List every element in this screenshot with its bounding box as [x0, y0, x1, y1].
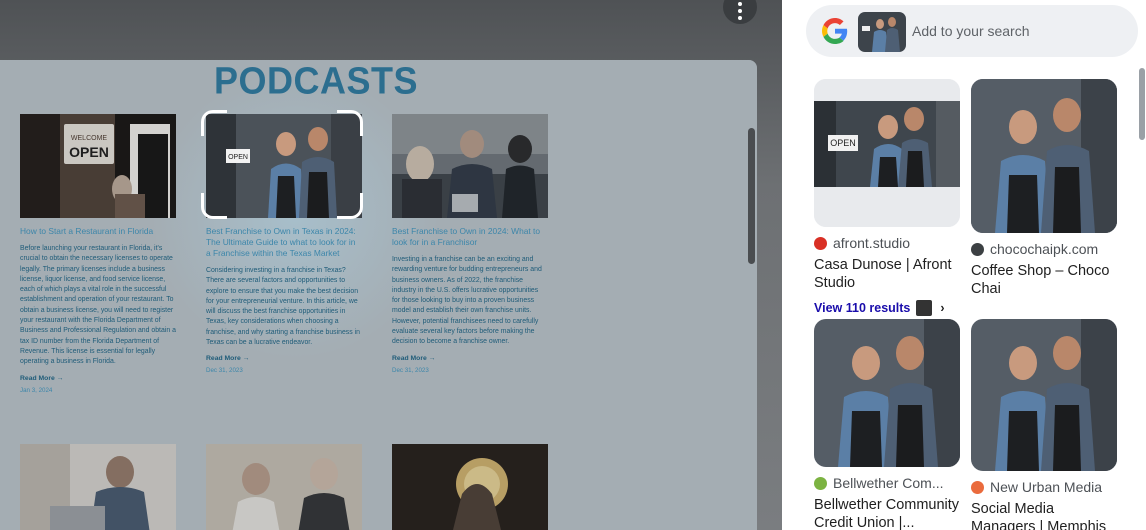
chevron-right-icon: ›: [940, 301, 945, 315]
svg-text:OPEN: OPEN: [830, 138, 856, 148]
podcast-card[interactable]: Best Franchise to Own in 2024: What to l…: [392, 114, 548, 374]
screen: PODCASTS WELCOME OPEN How to Start a Res…: [0, 0, 1146, 530]
results-scrollbar[interactable]: [1139, 68, 1145, 140]
image-viewer: PODCASTS WELCOME OPEN How to Start a Res…: [0, 0, 782, 530]
view-more-results-link[interactable]: View 110 results ›: [814, 300, 960, 316]
view-more-label: View 110 results: [814, 301, 911, 315]
result-source-label: afront.studio: [833, 235, 911, 251]
card-title[interactable]: Best Franchise to Own in Texas in 2024: …: [206, 226, 362, 259]
svg-text:OPEN: OPEN: [228, 154, 248, 161]
result-source[interactable]: Bellwether Com...: [814, 475, 960, 491]
card-excerpt: Investing in a franchise can be an excit…: [392, 256, 542, 346]
results-stack-icon: [916, 300, 933, 316]
search-image-thumbnail[interactable]: [858, 12, 906, 52]
result-title[interactable]: Coffee Shop – Choco Chai: [971, 262, 1117, 298]
read-more-link[interactable]: Read More →: [206, 355, 362, 362]
podcast-card[interactable]: WELCOME OPEN How to Start a Restaurant i…: [20, 114, 176, 394]
site-favicon-icon: [971, 242, 984, 256]
card-date: Jan 3, 2024: [20, 386, 53, 394]
result-card[interactable]: OPEN afront.studio Casa Dunose | Afront …: [814, 79, 960, 316]
result-source-label: New Urban Media: [990, 479, 1103, 495]
site-favicon-icon: [814, 236, 827, 250]
result-source[interactable]: chocochaipk.com: [971, 241, 1117, 257]
search-bar[interactable]: Add to your search: [806, 5, 1138, 57]
selection-corner-handle[interactable]: [337, 110, 363, 136]
page-scrollbar[interactable]: [748, 128, 755, 264]
selection-corner-handle[interactable]: [337, 193, 363, 219]
result-title[interactable]: Casa Dunose | Afront Studio: [814, 256, 960, 292]
page-title: PODCASTS: [214, 60, 419, 102]
result-title[interactable]: Social Media Managers | Memphis: [971, 500, 1117, 530]
result-card[interactable]: New Urban Media Social Media Managers | …: [971, 319, 1117, 530]
result-card[interactable]: Bellwether Com... Bellwether Community C…: [814, 319, 960, 530]
card-image[interactable]: [206, 444, 362, 530]
screenshot-page[interactable]: PODCASTS WELCOME OPEN How to Start a Res…: [0, 60, 757, 530]
read-more-link[interactable]: Read More →: [392, 355, 548, 362]
site-favicon-icon: [971, 480, 984, 494]
svg-text:OPEN: OPEN: [69, 144, 109, 160]
selection-corner-handle[interactable]: [201, 110, 227, 136]
podcast-card[interactable]: OPEN Best Franchise to Own in Texas in 2…: [206, 114, 362, 374]
result-source[interactable]: afront.studio: [814, 235, 960, 251]
result-image[interactable]: OPEN: [814, 79, 960, 227]
card-title[interactable]: How to Start a Restaurant in Florida: [20, 226, 176, 237]
card-image[interactable]: [392, 444, 548, 530]
lens-results-panel: Add to your search OPEN afront.studio Ca…: [782, 0, 1146, 530]
card-excerpt: Before launching your restaurant in Flor…: [20, 245, 176, 366]
selection-corner-handle[interactable]: [201, 193, 227, 219]
result-image[interactable]: [814, 319, 960, 467]
result-title[interactable]: Bellwether Community Credit Union |...: [814, 496, 960, 530]
search-placeholder[interactable]: Add to your search: [912, 23, 1030, 39]
card-date: Dec 31, 2023: [392, 366, 429, 374]
result-card[interactable]: chocochaipk.com Coffee Shop – Choco Chai: [971, 79, 1117, 298]
card-image: [392, 114, 548, 218]
card-image: WELCOME OPEN: [20, 114, 176, 218]
card-date: Dec 31, 2023: [206, 367, 243, 375]
result-source-label: Bellwether Com...: [833, 475, 944, 491]
read-more-link[interactable]: Read More →: [20, 375, 176, 382]
card-excerpt: Considering investing in a franchise in …: [206, 267, 360, 347]
more-vert-icon: [738, 1, 742, 22]
result-image[interactable]: [971, 79, 1117, 233]
result-source[interactable]: New Urban Media: [971, 479, 1117, 495]
google-logo-icon: [822, 18, 848, 44]
result-source-label: chocochaipk.com: [990, 241, 1099, 257]
result-image[interactable]: [971, 319, 1117, 471]
svg-text:WELCOME: WELCOME: [71, 135, 108, 142]
site-favicon-icon: [814, 476, 827, 490]
card-title[interactable]: Best Franchise to Own in 2024: What to l…: [392, 226, 548, 248]
more-options-button[interactable]: [723, 0, 757, 24]
card-image[interactable]: [20, 444, 176, 530]
